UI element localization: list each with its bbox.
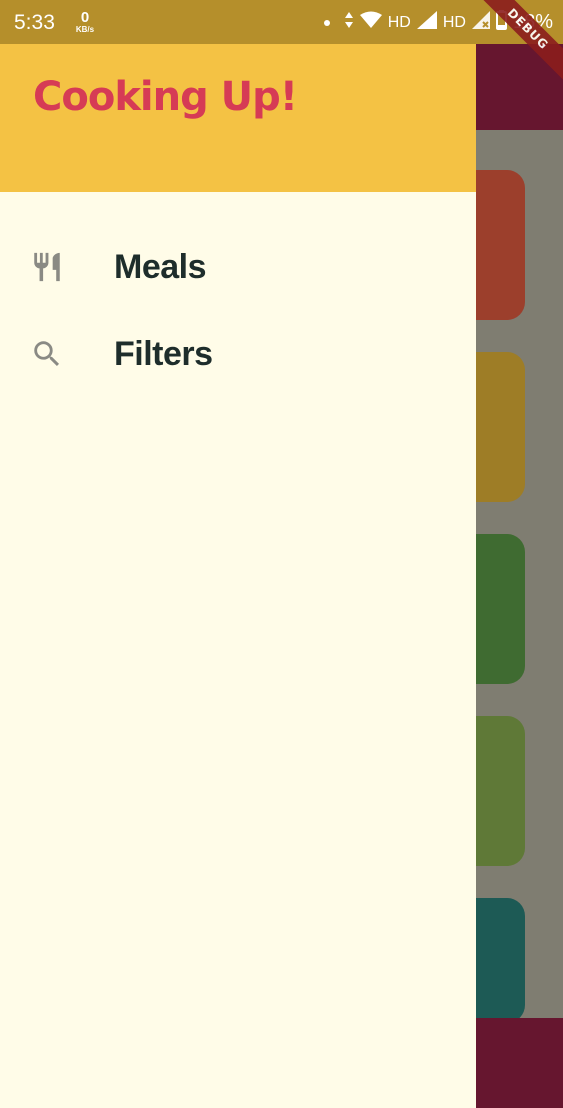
net-speed-indicator: 0 KB/s [72, 10, 98, 34]
network-type-label: HD [387, 13, 411, 31]
status-bar: 5:33 0 KB/s HD HD 18% [0, 0, 563, 44]
wifi-icon [359, 11, 382, 34]
search-icon [30, 337, 64, 371]
net-speed-unit: KB/s [75, 25, 95, 34]
restaurant-icon [30, 250, 64, 284]
drawer-item-filters[interactable]: Filters [0, 318, 476, 390]
data-transfer-icon [344, 11, 354, 34]
network-type-label-2: HD [442, 13, 466, 31]
navigation-drawer: Cooking Up! Meals Filters [0, 0, 476, 1108]
notification-dot-icon [323, 19, 330, 26]
drawer-title: Cooking Up! [33, 74, 298, 120]
drawer-item-label: Meals [114, 247, 207, 286]
net-speed-value: 0 [80, 9, 90, 26]
drawer-item-meals[interactable]: Meals [0, 231, 476, 303]
signal-icon [416, 11, 437, 34]
drawer-item-label: Filters [114, 334, 213, 373]
status-time: 5:33 [14, 11, 55, 34]
signal-no-data-icon [471, 11, 490, 34]
